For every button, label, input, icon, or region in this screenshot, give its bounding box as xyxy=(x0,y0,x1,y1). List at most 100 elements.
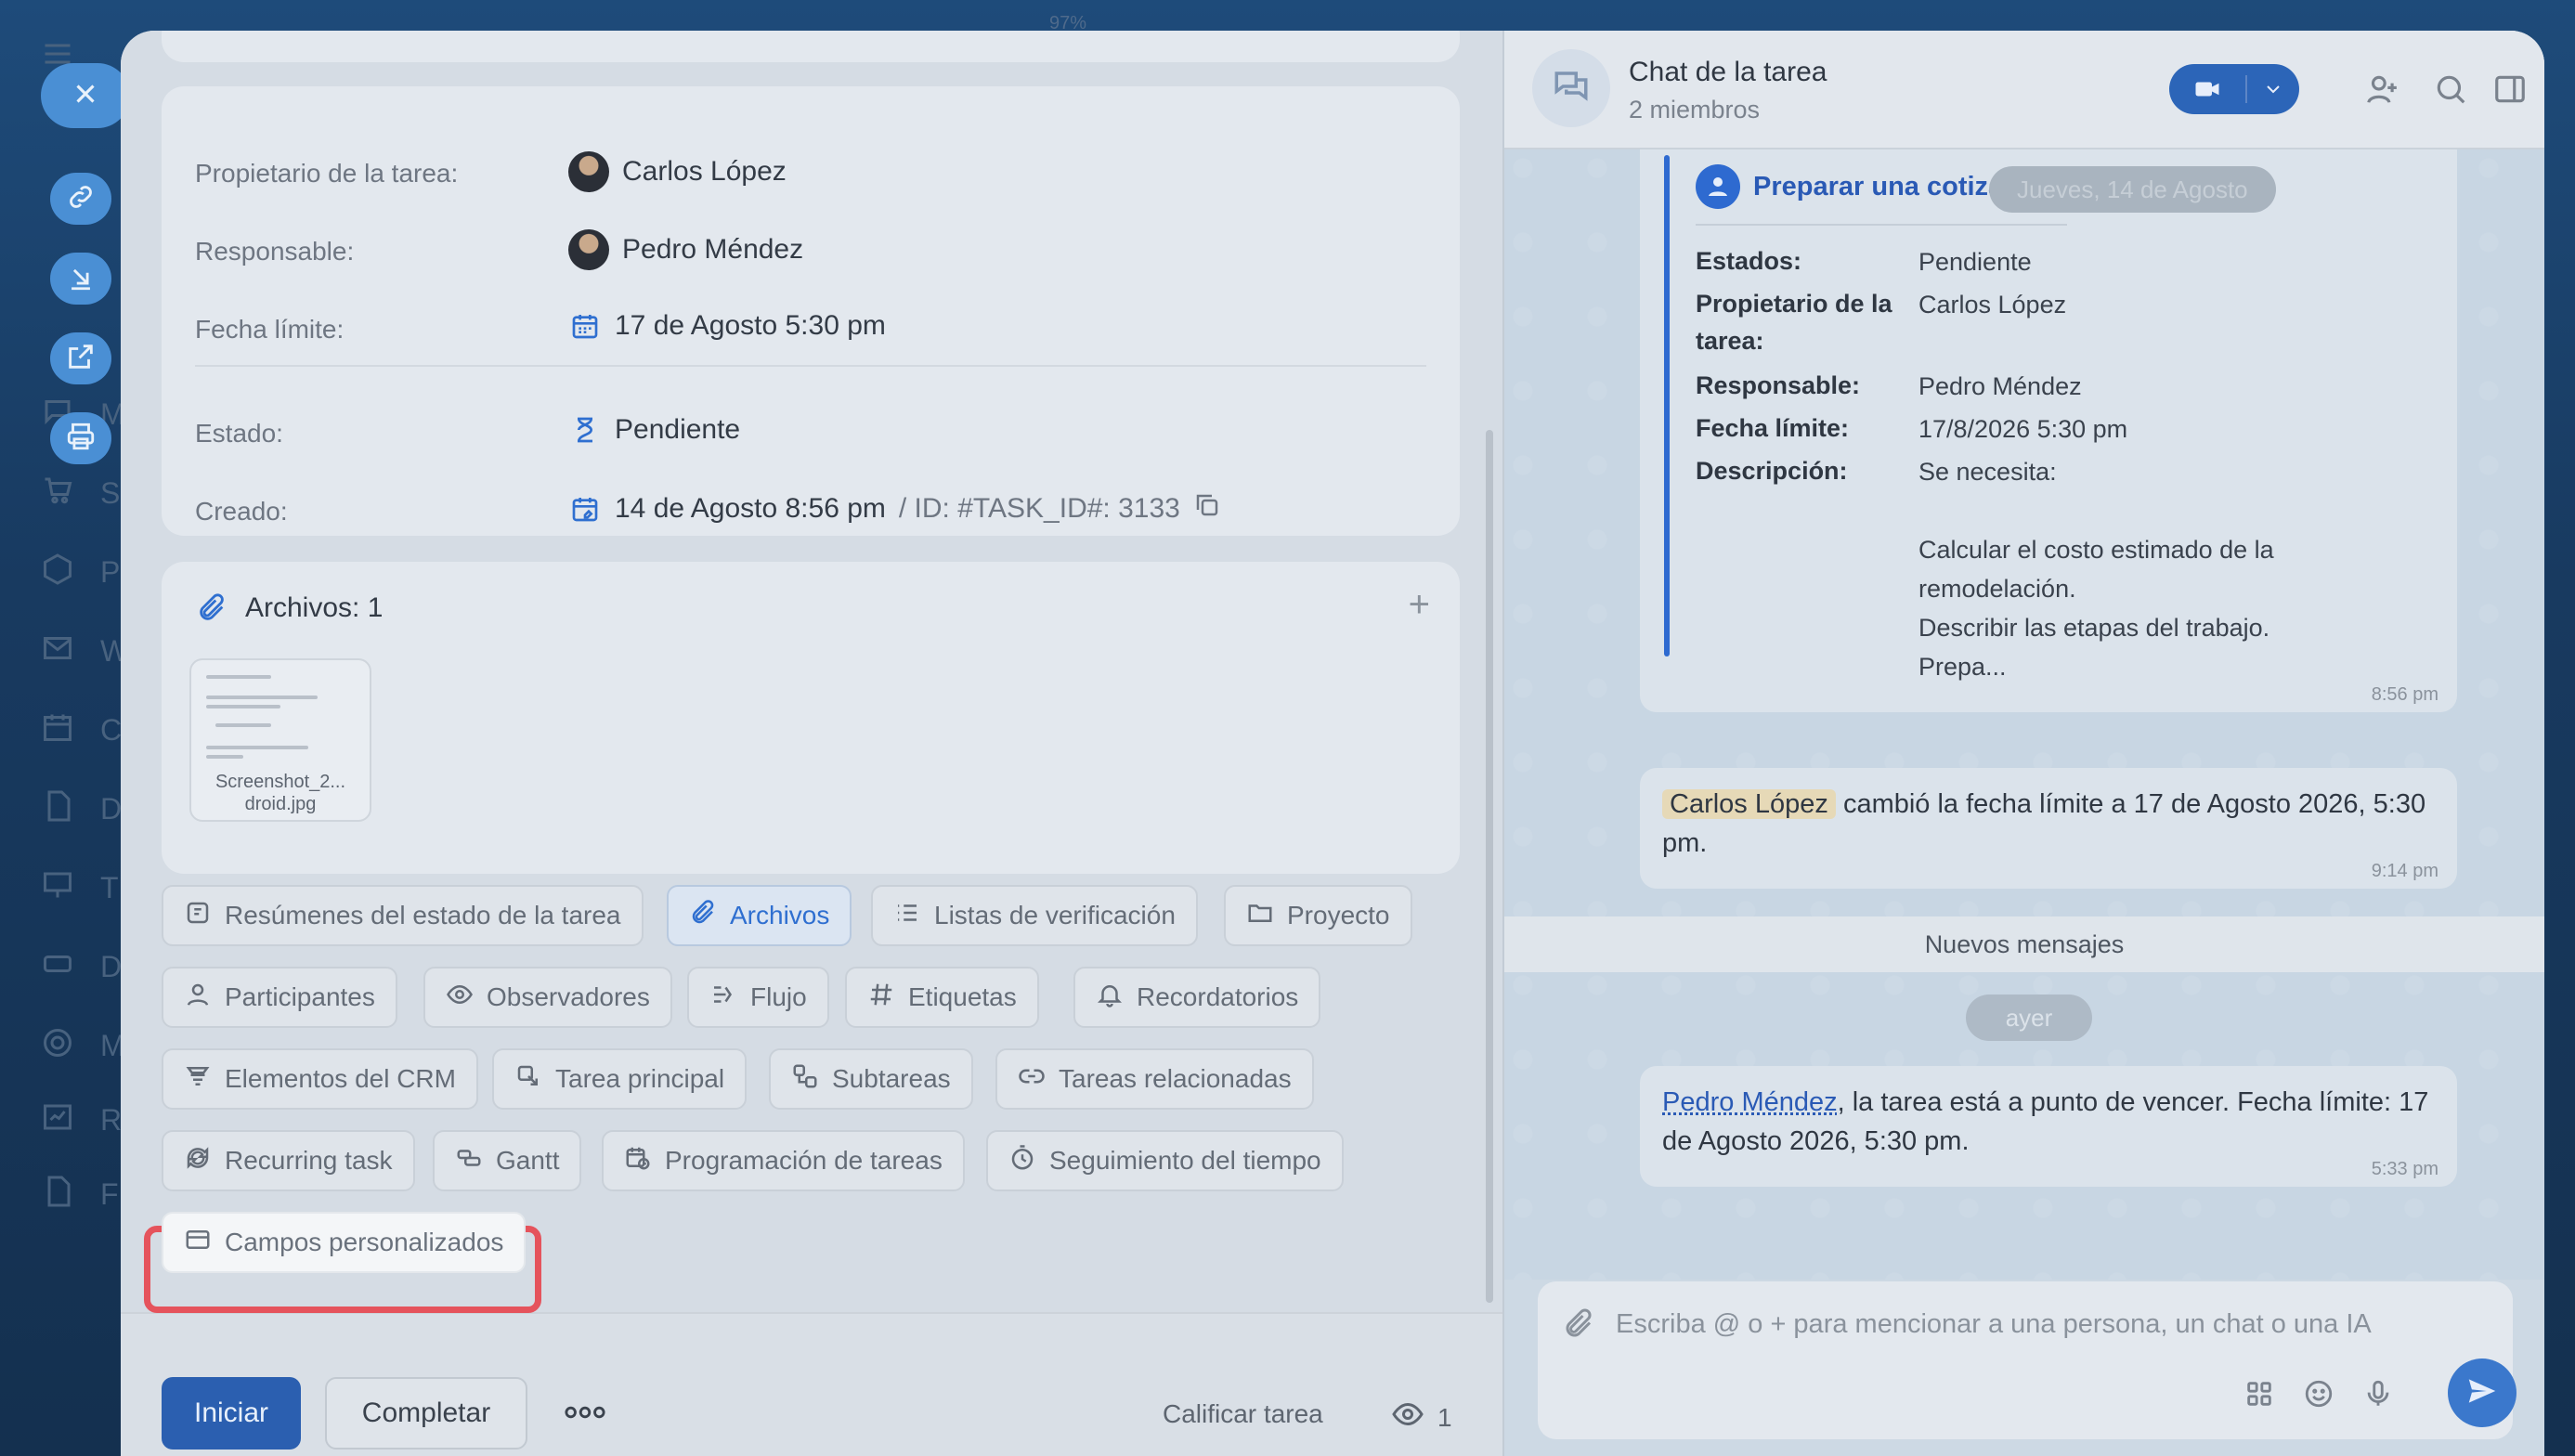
description-line: Describir las etapas del trabajo. xyxy=(1918,614,2270,642)
owner-value[interactable]: Carlos López xyxy=(568,151,787,192)
repeat-icon xyxy=(184,1144,212,1178)
microphone-icon[interactable] xyxy=(2362,1378,2396,1411)
hexagon-icon[interactable] xyxy=(41,552,78,590)
status-text: Pendiente xyxy=(615,414,741,445)
chip-subtasks[interactable]: Subtareas xyxy=(769,1048,973,1110)
field-key: Propietario de la tarea: xyxy=(1696,290,1892,355)
target-icon[interactable] xyxy=(41,1026,78,1063)
sidebar-letter: S xyxy=(100,476,121,510)
minimize-button[interactable] xyxy=(50,253,111,305)
views-count: 1 xyxy=(1437,1402,1452,1432)
close-icon xyxy=(70,78,101,114)
chip-tags[interactable]: Etiquetas xyxy=(845,967,1039,1028)
deadline-value[interactable]: 17 de Agosto 5:30 pm xyxy=(568,309,886,343)
created-text: 14 de Agosto 8:56 pm xyxy=(615,493,886,524)
add-file-button[interactable]: + xyxy=(1409,584,1430,626)
status-label: Estado: xyxy=(195,419,283,448)
files-title: Archivos: 1 xyxy=(245,592,384,623)
sidebar-letter: C xyxy=(100,713,123,747)
date-separator: Jueves, 14 de Agosto xyxy=(1989,166,2276,213)
chip-parent-task[interactable]: Tarea principal xyxy=(492,1048,748,1110)
rate-task-link[interactable]: Calificar tarea xyxy=(1163,1399,1323,1429)
report-icon[interactable] xyxy=(41,1100,78,1138)
apps-grid-icon[interactable] xyxy=(2243,1378,2277,1411)
deadline-change-message: Carlos López cambió la fecha límite a 17… xyxy=(1640,768,2457,889)
task-slider-panel: Propietario de la tarea: Carlos López Re… xyxy=(121,31,2544,1456)
chip-task-scheduling[interactable]: Programación de tareas xyxy=(602,1130,965,1191)
chip-files[interactable]: Archivos xyxy=(667,885,852,946)
document-icon[interactable] xyxy=(41,789,78,826)
emoji-icon[interactable] xyxy=(2303,1378,2336,1411)
description-line: Calcular el costo estimado de la xyxy=(1918,536,2274,564)
chip-gantt[interactable]: Gantt xyxy=(433,1130,582,1191)
chip-observers[interactable]: Observadores xyxy=(423,967,672,1028)
complete-button[interactable]: Completar xyxy=(325,1377,527,1450)
chip-label: Recordatorios xyxy=(1137,982,1299,1011)
send-button[interactable] xyxy=(2448,1358,2516,1427)
chip-label: Proyecto xyxy=(1287,901,1390,930)
more-options-button[interactable] xyxy=(557,1392,613,1433)
field-key: Estados: xyxy=(1696,247,1802,275)
file-thumbnail[interactable]: Screenshot_2... droid.jpg xyxy=(189,658,371,822)
file-icon[interactable] xyxy=(41,1175,78,1212)
chat-members[interactable]: 2 miembros xyxy=(1629,96,1760,124)
chip-custom-fields[interactable]: Campos personalizados xyxy=(162,1212,527,1273)
link-icon xyxy=(65,181,97,217)
video-call-button[interactable] xyxy=(2169,64,2299,114)
responsible-value[interactable]: Pedro Méndez xyxy=(568,229,803,270)
sidebar-toggle-icon[interactable] xyxy=(2492,72,2529,109)
chip-status-summaries[interactable]: Resúmenes del estado de la tarea xyxy=(162,885,644,946)
deadline-warning-message: Pedro Méndez, la tarea está a punto de v… xyxy=(1640,1066,2457,1187)
close-button[interactable] xyxy=(41,63,130,128)
parent-task-icon xyxy=(514,1062,542,1097)
chip-time-tracking[interactable]: Seguimiento del tiempo xyxy=(986,1130,1344,1191)
search-icon[interactable] xyxy=(2433,72,2470,109)
chip-participants[interactable]: Participantes xyxy=(162,967,397,1028)
chip-reminders[interactable]: Recordatorios xyxy=(1073,967,1321,1028)
copy-icon[interactable] xyxy=(1193,491,1221,526)
task-info-card: Propietario de la tarea: Carlos López Re… xyxy=(162,86,1460,536)
user-mention[interactable]: Carlos López xyxy=(1662,789,1836,819)
chat-messages[interactable]: Preparar una cotización Jueves, 14 de Ag… xyxy=(1504,150,2544,1280)
start-button[interactable]: Iniciar xyxy=(162,1377,301,1450)
cart-icon[interactable] xyxy=(41,474,78,511)
message-input[interactable]: Escriba @ o + para mencionar a una perso… xyxy=(1616,1309,2372,1340)
chip-label: Archivos xyxy=(730,901,830,930)
chip-label: Gantt xyxy=(496,1146,560,1175)
responsible-name: Pedro Méndez xyxy=(622,234,804,265)
field-key: Descripción: xyxy=(1696,457,1848,485)
user-link[interactable]: Pedro Méndez xyxy=(1662,1087,1838,1117)
sidebar-letter: D xyxy=(100,792,123,826)
chip-related-tasks[interactable]: Tareas relacionadas xyxy=(995,1048,1314,1110)
field-value: Se necesita: xyxy=(1918,458,2057,486)
paperclip-icon[interactable] xyxy=(1562,1307,1595,1341)
add-member-icon[interactable] xyxy=(2364,72,2401,109)
day-separator: ayer xyxy=(1966,994,2092,1041)
chip-label: Listas de verificación xyxy=(934,901,1176,930)
chip-checklists[interactable]: Listas de verificación xyxy=(871,885,1198,946)
calendar-icon[interactable] xyxy=(41,710,78,748)
chat-title: Chat de la tarea xyxy=(1629,57,1827,87)
views-counter[interactable]: 1 xyxy=(1391,1398,1452,1437)
arrow-down-right-icon xyxy=(65,261,97,297)
chip-label: Subtareas xyxy=(832,1064,951,1093)
chip-crm-items[interactable]: Elementos del CRM xyxy=(162,1048,478,1110)
drive-icon[interactable] xyxy=(41,947,78,984)
chip-flow[interactable]: Flujo xyxy=(687,967,829,1028)
eye-icon xyxy=(1391,1398,1424,1437)
print-button[interactable] xyxy=(50,412,111,464)
message-time: 8:56 pm xyxy=(2371,684,2438,705)
chip-recurring-task[interactable]: Recurring task xyxy=(162,1130,415,1191)
task-action-bar: Iniciar Completar Calificar tarea 1 xyxy=(121,1312,1502,1456)
copy-link-button[interactable] xyxy=(50,173,111,225)
presentation-icon[interactable] xyxy=(41,868,78,905)
mail-icon[interactable] xyxy=(41,631,78,669)
task-id-text: / ID: #TASK_ID#: 3133 xyxy=(898,493,1180,524)
open-in-new-window-button[interactable] xyxy=(50,332,111,384)
chip-project[interactable]: Proyecto xyxy=(1224,885,1412,946)
message-composer[interactable]: Escriba @ o + para mencionar a una perso… xyxy=(1538,1281,2513,1439)
external-link-icon xyxy=(65,341,97,377)
scrollbar[interactable] xyxy=(1486,430,1493,1303)
subtask-icon xyxy=(791,1062,819,1097)
message-text: Pedro Méndez, la tarea está a punto de v… xyxy=(1662,1083,2442,1161)
